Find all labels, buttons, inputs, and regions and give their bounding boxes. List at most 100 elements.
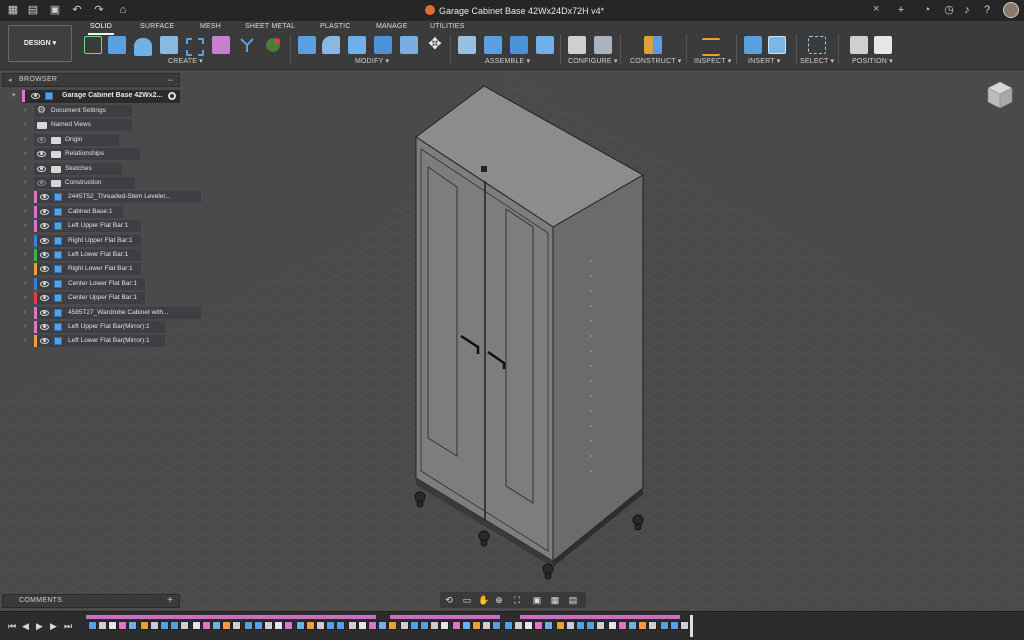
fillet-icon[interactable] [322, 36, 340, 54]
chevron-right-icon[interactable]: › [24, 308, 32, 318]
inspect-group-label[interactable]: INSPECT ▾ [694, 57, 731, 65]
skip-end-icon[interactable]: ⏭ [64, 621, 72, 632]
timeline-feature[interactable] [670, 621, 679, 630]
revolve-icon[interactable] [160, 36, 178, 54]
play-icon[interactable]: ▶ [36, 621, 43, 632]
viewcube-icon[interactable] [986, 80, 1014, 110]
skip-start-icon[interactable]: ⏮ [8, 621, 16, 632]
construct-group-label[interactable]: CONSTRUCT ▾ [630, 57, 681, 65]
browser-item[interactable]: Named Views [34, 119, 132, 132]
browser-item[interactable]: Left Lower Flat Bar:1 [34, 249, 141, 261]
display-settings-icon[interactable]: ▣ [532, 595, 542, 605]
chevron-right-icon[interactable]: › [24, 192, 32, 202]
home-icon[interactable]: ⌂ [116, 3, 130, 17]
timeline-feature[interactable] [244, 621, 253, 630]
fit-icon[interactable]: ⛶ [512, 595, 522, 605]
undo-icon[interactable]: ↶ [70, 3, 84, 17]
form-icon[interactable] [264, 36, 282, 54]
move-icon[interactable]: ✥ [426, 36, 444, 54]
tab-mesh[interactable]: MESH [200, 22, 221, 32]
grid-settings-icon[interactable]: ▦ [550, 595, 560, 605]
timeline-feature[interactable] [140, 621, 149, 630]
combine-icon[interactable] [400, 36, 418, 54]
browser-item[interactable]: 4585T27_Wardrobe Cabinet with... [34, 306, 201, 319]
chevron-right-icon[interactable]: › [24, 164, 32, 174]
timeline-feature[interactable] [400, 621, 409, 630]
new-tab-icon[interactable]: + [894, 3, 908, 17]
timeline-feature[interactable] [660, 621, 669, 630]
timeline-feature[interactable] [452, 621, 461, 630]
timeline-feature[interactable] [586, 621, 595, 630]
timeline-feature[interactable] [306, 621, 315, 630]
timeline-feature[interactable] [284, 621, 293, 630]
timeline-feature[interactable] [180, 621, 189, 630]
activate-radio-icon[interactable] [168, 92, 176, 100]
configure-icon[interactable] [568, 36, 586, 54]
chamfer-icon[interactable] [348, 36, 366, 54]
chevron-down-icon[interactable]: ▾ [12, 91, 20, 101]
chevron-right-icon[interactable]: › [24, 106, 32, 116]
modify-group-label[interactable]: MODIFY ▾ [355, 57, 389, 65]
browser-item[interactable]: 2445T52_Threaded-Stem Leveler... [34, 191, 201, 204]
eye-icon[interactable] [40, 194, 49, 201]
browser-item[interactable]: Left Upper Flat Bar(Mirror):1 [34, 321, 165, 333]
timeline-feature[interactable] [378, 621, 387, 630]
shell-icon[interactable] [374, 36, 392, 54]
browser-item[interactable]: Sketches [34, 162, 122, 175]
look-at-icon[interactable]: ▭ [462, 595, 472, 605]
timeline-feature[interactable] [296, 621, 305, 630]
timeline-feature[interactable] [638, 621, 647, 630]
timeline-feature[interactable] [88, 621, 97, 630]
timeline-feature[interactable] [410, 621, 419, 630]
timeline-feature[interactable] [160, 621, 169, 630]
eye-icon[interactable] [40, 252, 49, 258]
comments-panel-header[interactable]: COMMENTS + [2, 594, 180, 608]
step-back-icon[interactable]: ◀ [22, 621, 29, 632]
new-component-icon[interactable] [484, 36, 502, 54]
configuration-table-icon[interactable] [594, 36, 612, 54]
timeline-feature[interactable] [170, 621, 179, 630]
browser-item[interactable]: Right Upper Flat Bar:1 [34, 234, 141, 247]
timeline-feature[interactable] [212, 621, 221, 630]
eye-icon[interactable] [40, 295, 49, 302]
question-icon[interactable]: ? [980, 3, 994, 17]
timeline-feature[interactable] [326, 621, 335, 630]
insert-group-label[interactable]: INSERT ▾ [748, 57, 780, 65]
browser-item[interactable]: Origin [34, 133, 119, 146]
create-component-icon[interactable] [108, 36, 126, 54]
tab-manage[interactable]: MANAGE [376, 22, 408, 32]
tab-utilities[interactable]: UTILITIES [430, 22, 464, 32]
browser-root-item[interactable]: Garage Cabinet Base 42Wx2... [22, 90, 180, 103]
offset-plane-icon[interactable] [644, 36, 662, 54]
timeline-feature[interactable] [254, 621, 263, 630]
grid-icon[interactable]: ▦ [6, 3, 20, 17]
zoom-icon[interactable]: ⊕ [494, 595, 504, 605]
workspace-switcher-button[interactable]: DESIGN ▾ [8, 25, 72, 62]
browser-item[interactable]: Center Upper Flat Bar:1 [34, 292, 145, 305]
timeline-feature[interactable] [222, 621, 231, 630]
timeline-feature[interactable] [504, 621, 513, 630]
redo-icon[interactable]: ↷ [92, 3, 106, 17]
timeline-marker[interactable] [690, 615, 693, 637]
browser-item[interactable]: Cabinet Base:1 [34, 205, 123, 218]
eye-icon[interactable] [40, 309, 49, 316]
press-pull-icon[interactable] [298, 36, 316, 54]
timeline-feature[interactable] [524, 621, 533, 630]
timeline-feature[interactable] [192, 621, 201, 630]
eye-icon[interactable] [37, 180, 46, 186]
eye-icon[interactable] [40, 280, 49, 287]
chevron-right-icon[interactable]: › [24, 207, 32, 217]
tab-solid[interactable]: SOLID [90, 22, 112, 32]
timeline-feature[interactable] [264, 621, 273, 630]
timeline-feature[interactable] [566, 621, 575, 630]
orbit-icon[interactable]: ⟲ [444, 595, 454, 605]
timeline-feature[interactable] [556, 621, 565, 630]
timeline-feature[interactable] [596, 621, 605, 630]
joint-icon[interactable] [458, 36, 476, 54]
eye-icon[interactable] [40, 237, 49, 244]
browser-item[interactable]: Left Lower Flat Bar(Mirror):1 [34, 335, 165, 348]
timeline-feature[interactable] [514, 621, 523, 630]
help-icon[interactable]: ◷ [942, 3, 956, 17]
eye-icon[interactable] [40, 266, 49, 273]
timeline-feature[interactable] [118, 621, 127, 630]
